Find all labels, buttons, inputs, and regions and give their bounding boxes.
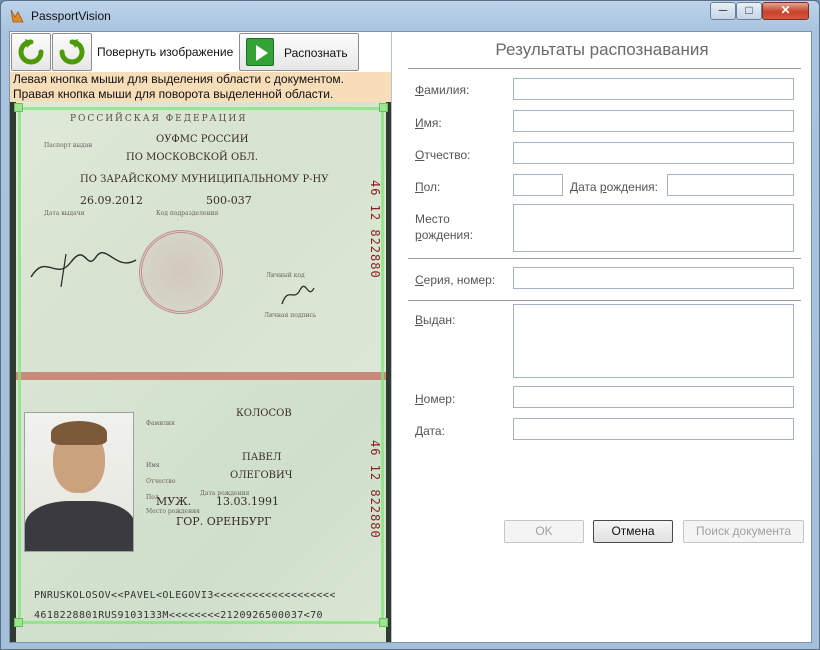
surname-label: Фамилия: (415, 83, 470, 97)
client-area: Повернуть изображение Распознать Левая к… (9, 31, 812, 643)
hint-line-2: Правая кнопка мыши для поворота выделенн… (13, 87, 334, 101)
name-label: Имя: (415, 116, 442, 130)
date-field[interactable] (513, 418, 794, 440)
surname-field[interactable] (513, 78, 794, 100)
app-icon (10, 9, 24, 23)
window-title: PassportVision (31, 9, 111, 23)
patronymic-field[interactable] (513, 142, 794, 164)
rotate-left-button[interactable] (11, 33, 51, 71)
play-icon (246, 38, 274, 66)
patronymic-label: Отчество: (415, 148, 471, 162)
sex-field[interactable] (513, 174, 563, 196)
selection-handle-top-right[interactable] (379, 103, 388, 112)
results-divider-2 (408, 258, 801, 259)
selection-rectangle[interactable] (18, 107, 384, 624)
ok-button[interactable]: OK (504, 520, 584, 543)
dob-field[interactable] (667, 174, 794, 196)
birthplace-field[interactable] (513, 204, 794, 252)
series-label: Серия, номер: (415, 273, 496, 287)
cancel-button[interactable]: Отмена (593, 520, 673, 543)
recognize-button[interactable]: Распознать (239, 33, 359, 71)
close-button[interactable]: ✕ (762, 2, 809, 20)
sex-label: Пол: (415, 180, 441, 194)
results-divider-3 (408, 300, 801, 301)
rotate-right-button[interactable] (52, 33, 92, 71)
dob-label: Дата рождения: (570, 180, 658, 194)
recognize-label: Распознать (284, 46, 348, 60)
rotate-left-icon (18, 39, 44, 65)
birthplace-label: Место рождения: (415, 212, 474, 242)
number-label: Номер: (415, 392, 456, 406)
results-pane: Результаты распознавания Фамилия: Имя: О… (393, 32, 811, 642)
maximize-button[interactable]: □ (736, 2, 762, 20)
rotate-image-label[interactable]: Повернуть изображение (97, 45, 233, 59)
app-window: PassportVision ─ □ ✕ Повернуть изображен… (0, 0, 820, 650)
title-bar[interactable]: PassportVision ─ □ ✕ (1, 1, 819, 31)
search-document-button[interactable]: Поиск документа (683, 520, 804, 543)
issued-field[interactable] (513, 304, 794, 378)
number-field[interactable] (513, 386, 794, 408)
hint-panel: Левая кнопка мыши для выделения области … (10, 72, 391, 102)
minimize-button[interactable]: ─ (710, 2, 736, 20)
image-pane: Повернуть изображение Распознать Левая к… (10, 32, 392, 642)
hint-line-1: Левая кнопка мыши для выделения области … (13, 72, 345, 86)
issued-label: Выдан: (415, 313, 456, 327)
rotate-right-icon (59, 39, 85, 65)
selection-handle-bottom-right[interactable] (379, 618, 388, 627)
series-number-field[interactable] (513, 267, 794, 289)
document-image[interactable]: РОССИЙСКАЯ ФЕДЕРАЦИЯ Паспорт выдан ОУФМС… (10, 102, 391, 642)
date-label: Дата: (415, 424, 445, 438)
results-divider-1 (408, 68, 801, 69)
name-field[interactable] (513, 110, 794, 132)
results-title: Результаты распознавания (495, 40, 709, 59)
selection-handle-bottom-left[interactable] (14, 618, 23, 627)
selection-handle-top-left[interactable] (14, 103, 23, 112)
